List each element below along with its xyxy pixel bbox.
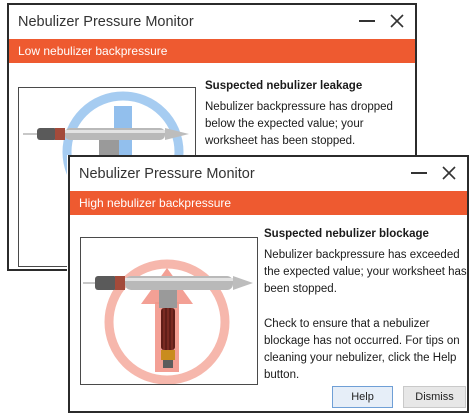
alert-banner: High nebulizer backpressure <box>70 191 467 215</box>
close-button[interactable] <box>385 9 409 33</box>
minimize-button[interactable] <box>355 9 379 33</box>
dialog-titlebar[interactable]: Nebulizer Pressure Monitor <box>9 5 415 39</box>
alert-heading: Suspected nebulizer leakage <box>205 80 363 92</box>
nebulizer-blockage-icon <box>83 259 253 384</box>
screen: Nebulizer Pressure Monitor Low nebulizer… <box>0 0 471 413</box>
high-pressure-dialog: Nebulizer Pressure Monitor High nebulize… <box>68 155 469 413</box>
alert-message: Nebulizer backpressure has exceeded the … <box>264 249 467 295</box>
dialog-title: Nebulizer Pressure Monitor <box>18 14 194 30</box>
nebulizer-illustration <box>80 237 258 385</box>
alert-heading: Suspected nebulizer blockage <box>264 228 429 240</box>
minimize-icon <box>411 172 427 174</box>
dialog-title: Nebulizer Pressure Monitor <box>79 166 255 182</box>
minimize-button[interactable] <box>407 161 431 185</box>
minimize-icon <box>359 20 375 22</box>
close-button[interactable] <box>437 161 461 185</box>
help-button[interactable]: Help <box>332 386 393 408</box>
dialog-titlebar[interactable]: Nebulizer Pressure Monitor <box>70 157 467 191</box>
close-icon <box>390 14 404 28</box>
alert-banner: Low nebulizer backpressure <box>9 39 415 63</box>
alert-instructions: Check to ensure that a nebulizer blockag… <box>264 318 460 381</box>
close-icon <box>442 166 456 180</box>
dismiss-button[interactable]: Dismiss <box>403 386 466 408</box>
alert-message: Nebulizer backpressure has dropped below… <box>205 101 393 147</box>
